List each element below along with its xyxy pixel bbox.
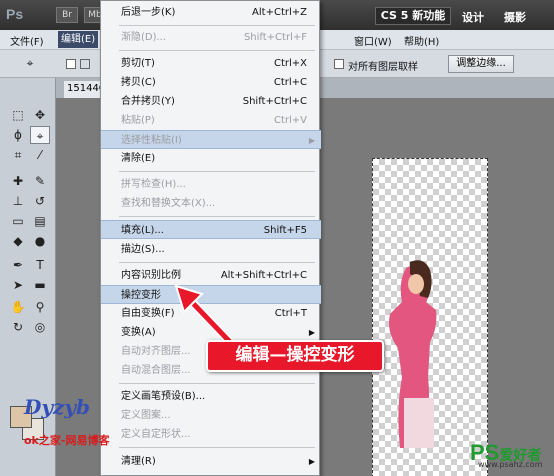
model-figure-image	[389, 260, 437, 448]
workspace-design[interactable]: 设计	[462, 9, 484, 25]
menu-item-fill[interactable]: 填充(L)... Shift+F5	[101, 220, 321, 239]
gradient-tool-icon[interactable]: ▤	[30, 212, 50, 230]
refine-edge-button[interactable]: 调整边缘...	[448, 55, 514, 73]
menu-item-copy[interactable]: 拷贝(C) Ctrl+C	[101, 73, 321, 92]
menu-separator	[119, 447, 315, 448]
zoom-tool-icon[interactable]: ⚲	[30, 298, 50, 316]
menu-separator	[119, 262, 315, 263]
menu-item-find-replace[interactable]: 查找和替换文本(X)...	[101, 194, 321, 213]
eyedropper-tool-icon[interactable]: ⁄	[30, 146, 50, 164]
history-brush-icon[interactable]: ↺	[30, 192, 50, 210]
menu-item-step-backward[interactable]: 后退一步(K) Alt+Ctrl+Z	[101, 3, 321, 22]
marquee-tool-icon[interactable]: ⬚	[8, 106, 28, 124]
healing-brush-icon[interactable]: ✚	[8, 172, 28, 190]
menu-item-content-aware-scale[interactable]: 内容识别比例 Alt+Shift+Ctrl+C	[101, 266, 321, 285]
annotation-callout: 编辑—操控变形	[206, 340, 384, 372]
menu-item-clear[interactable]: 清除(E)	[101, 149, 321, 168]
3d-orbit-icon[interactable]: ◎	[30, 318, 50, 336]
edit-menu-dropdown: 后退一步(K) Alt+Ctrl+Z 渐隐(D)... Shift+Ctrl+F 剪…	[100, 0, 321, 476]
bridge-button[interactable]: Br	[56, 7, 78, 23]
menu-item-define-brush[interactable]: 定义画笔预设(B)...	[101, 387, 321, 406]
menu-separator	[119, 25, 315, 26]
watermark-url: www.psahz.com	[478, 460, 543, 469]
menu-item-copy-merged[interactable]: 合并拷贝(Y) Shift+Ctrl+C	[101, 92, 321, 111]
crop-tool-icon[interactable]: ⌗	[8, 146, 28, 164]
menu-item-stroke[interactable]: 描边(S)...	[101, 240, 321, 259]
menu-item-paste-special[interactable]: 选择性粘贴(I) ▶	[101, 130, 321, 149]
watermark-logo: Dyzyb	[24, 395, 90, 419]
menu-item-define-shape[interactable]: 定义自定形状...	[101, 425, 321, 444]
menu-item-paste[interactable]: 粘贴(P) Ctrl+V	[101, 111, 321, 130]
hand-tool-icon[interactable]: ✋	[8, 298, 28, 316]
menu-separator	[119, 171, 315, 172]
menu-item-fade[interactable]: 渐隐(D)... Shift+Ctrl+F	[101, 28, 321, 47]
quick-selection-tool-icon[interactable]: ⌖	[30, 126, 50, 144]
menu-separator	[119, 216, 315, 217]
menu-edit[interactable]: 编辑(E)	[58, 31, 99, 48]
blur-tool-icon[interactable]: ◆	[8, 232, 28, 250]
brush-tool-icon[interactable]: ✎	[30, 172, 50, 190]
path-select-tool-icon[interactable]: ➤	[8, 276, 28, 294]
menu-item-define-pattern[interactable]: 定义图案...	[101, 406, 321, 425]
new-selection-checkbox[interactable]	[66, 59, 76, 69]
lasso-tool-icon[interactable]: ϕ	[8, 126, 28, 144]
menu-file[interactable]: 文件(F)	[10, 33, 44, 48]
quick-select-tool-icon[interactable]: ⌖	[20, 54, 40, 72]
menu-separator	[119, 383, 315, 384]
3d-rotate-icon[interactable]: ↻	[8, 318, 28, 336]
submenu-arrow-icon: ▶	[308, 136, 315, 145]
sample-all-layers-checkbox[interactable]	[334, 59, 344, 69]
sample-all-layers-label: 对所有图层取样	[348, 62, 418, 73]
clone-stamp-icon[interactable]: ⊥	[8, 192, 28, 210]
dodge-tool-icon[interactable]: ●	[30, 232, 50, 250]
watermark-blog: ok之家-网易博客	[24, 434, 110, 447]
menu-item-spell-check[interactable]: 拼写检查(H)...	[101, 175, 321, 194]
menu-item-cut[interactable]: 剪切(T) Ctrl+X	[101, 54, 321, 73]
add-selection-checkbox[interactable]	[80, 59, 90, 69]
eraser-tool-icon[interactable]: ▭	[8, 212, 28, 230]
submenu-arrow-icon: ▶	[308, 457, 315, 466]
menu-window[interactable]: 窗口(W)	[354, 33, 392, 48]
menu-help[interactable]: 帮助(H)	[404, 33, 439, 48]
move-tool-icon[interactable]: ✥	[30, 106, 50, 124]
menu-separator	[119, 50, 315, 51]
workspace-cs5-button[interactable]: CS 5 新功能	[375, 7, 451, 25]
pen-tool-icon[interactable]: ✒	[8, 256, 28, 274]
menu-item-purge[interactable]: 清理(R) ▶	[101, 452, 321, 471]
workspace-photography[interactable]: 摄影	[504, 9, 526, 25]
photoshop-logo: Ps	[6, 6, 24, 22]
type-tool-icon[interactable]: T	[30, 256, 50, 274]
shape-tool-icon[interactable]: ▬	[30, 276, 50, 294]
